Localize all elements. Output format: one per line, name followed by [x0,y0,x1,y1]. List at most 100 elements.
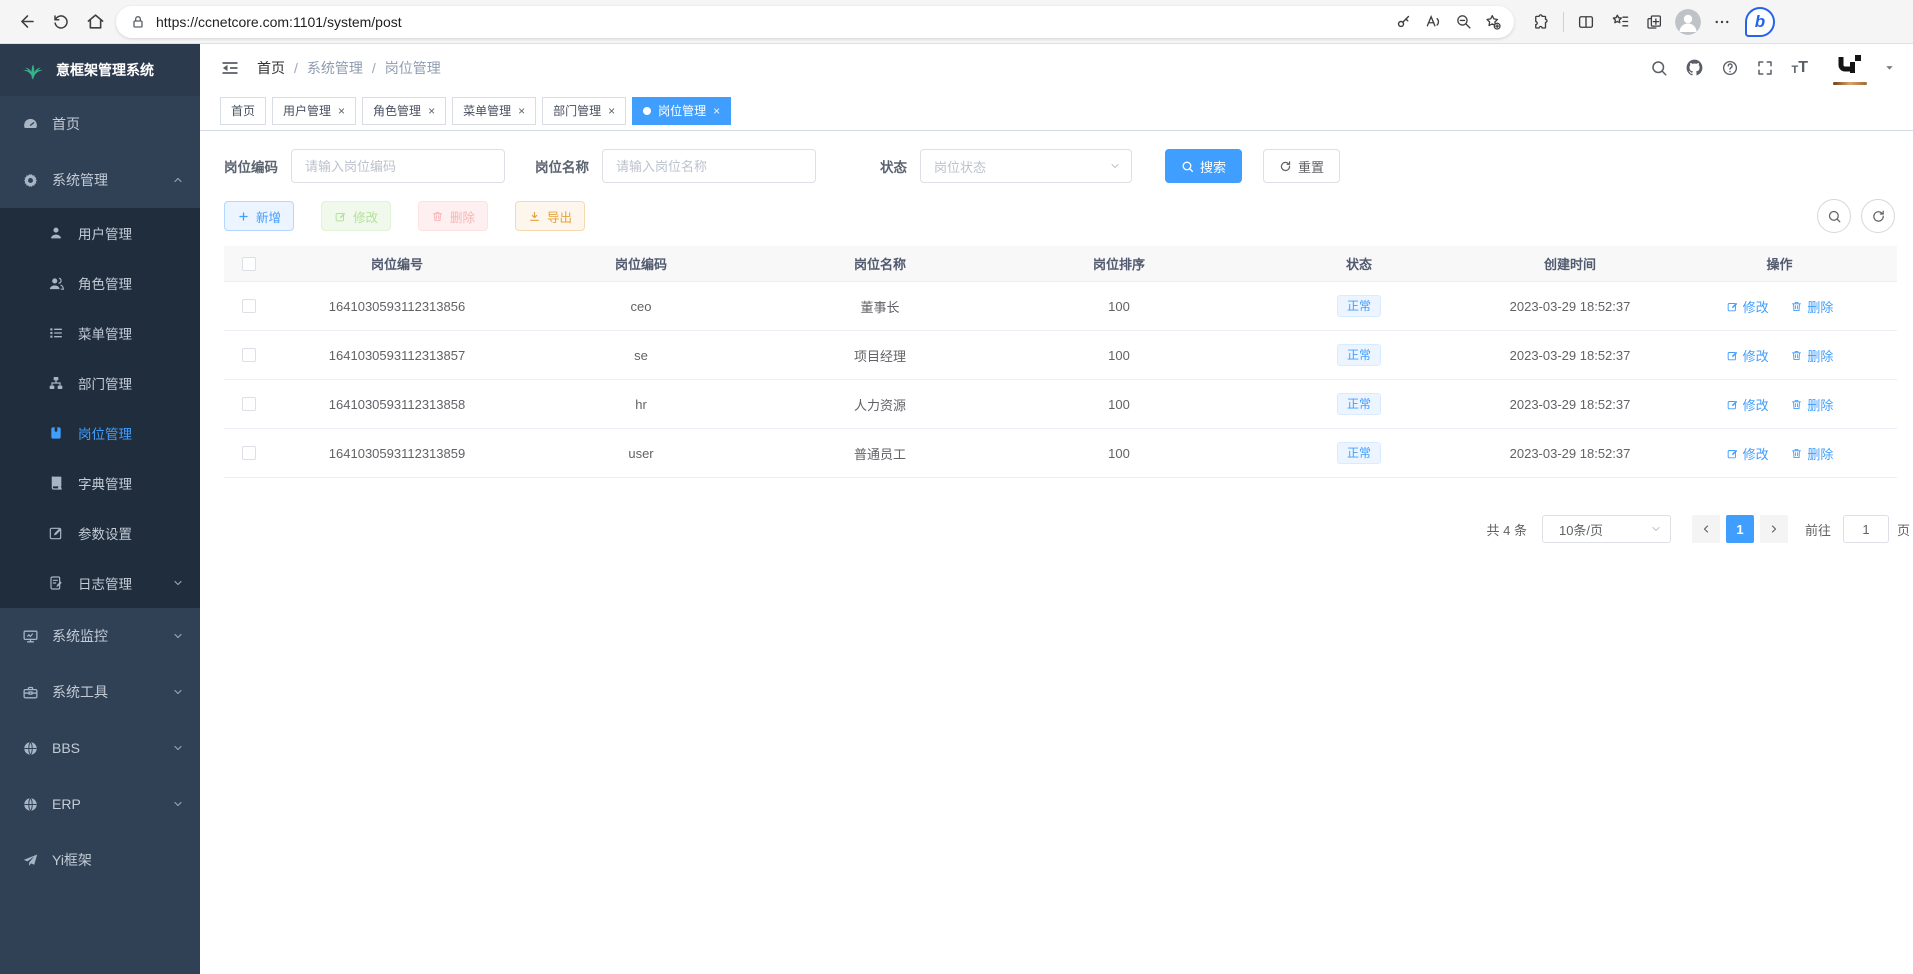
sidebar-item-menu-mgmt[interactable]: 菜单管理 [0,308,200,358]
row-edit-label: 修改 [1743,395,1769,414]
github-icon[interactable] [1685,58,1704,77]
breadcrumb-separator: / [294,60,298,76]
sidebar-item-role-mgmt[interactable]: 角色管理 [0,258,200,308]
sidebar-collapse-icon[interactable] [220,58,240,78]
password-key-icon[interactable] [1388,7,1418,37]
post-name-input[interactable] [602,149,816,183]
leaf-logo-icon [20,58,46,82]
tab-menu-mgmt[interactable]: 菜单管理 × [452,97,536,125]
browser-settings-menu-icon[interactable] [1705,5,1739,39]
breadcrumb-home[interactable]: 首页 [257,58,285,78]
sidebar-item-home[interactable]: 首页 [0,96,200,152]
favorites-bar-icon[interactable] [1603,5,1637,39]
help-icon[interactable] [1721,59,1739,77]
read-aloud-icon[interactable] [1418,7,1448,37]
add-button[interactable]: 新增 [224,201,294,231]
tab-close-icon[interactable]: × [608,104,615,118]
next-page-button[interactable] [1760,515,1788,543]
tab-home[interactable]: 首页 [220,97,266,125]
cell-post-sort: 100 [998,348,1240,363]
sidebar-item-dept-mgmt[interactable]: 部门管理 [0,358,200,408]
extensions-icon[interactable] [1524,5,1558,39]
table-row: 1641030593112313859 user 普通员工 100 正常 202… [224,429,1897,478]
chevron-up-icon [172,174,184,186]
sidebar-item-system-mgmt[interactable]: 系统管理 [0,152,200,208]
select-all-checkbox[interactable] [242,257,256,271]
tab-dept-mgmt[interactable]: 部门管理 × [542,97,626,125]
system-submenu: 用户管理 角色管理 菜单管理 部门管理 [0,208,200,608]
add-button-label: 新增 [256,207,281,226]
page-size-value: 10条/页 [1559,520,1603,539]
row-delete-link[interactable]: 删除 [1790,444,1833,463]
search-button-label: 搜索 [1200,157,1226,176]
tab-close-icon[interactable]: × [338,104,345,118]
split-screen-icon[interactable] [1569,5,1603,39]
sidebar-item-erp[interactable]: ERP [0,776,200,832]
row-edit-link[interactable]: 修改 [1726,297,1769,316]
app-shell: 意框架管理系统 首页 系统管理 用户管理 [0,44,1913,974]
sidebar-item-log-mgmt[interactable]: 日志管理 [0,558,200,608]
tab-label: 岗位管理 [658,102,706,119]
zoom-out-icon[interactable] [1448,7,1478,37]
table-row: 1641030593112313858 hr 人力资源 100 正常 2023-… [224,380,1897,429]
cell-post-sort: 100 [998,446,1240,461]
sidebar-item-post-mgmt[interactable]: 岗位管理 [0,408,200,458]
post-code-input[interactable] [291,149,505,183]
avatar-dropdown-caret-icon[interactable] [1884,62,1895,73]
prev-page-button[interactable] [1692,515,1720,543]
status-select[interactable]: 岗位状态 [920,149,1132,183]
column-header-post-code: 岗位编码 [520,254,762,273]
delete-button[interactable]: 删除 [418,201,488,231]
search-button[interactable]: 搜索 [1165,149,1242,183]
sidebar-item-dict-mgmt[interactable]: 字典管理 [0,458,200,508]
sidebar-item-bbs[interactable]: BBS [0,720,200,776]
row-checkbox[interactable] [242,446,256,460]
sidebar-item-yi-framework[interactable]: Yi框架 [0,832,200,888]
row-checkbox[interactable] [242,299,256,313]
post-name-label: 岗位名称 [535,156,589,176]
row-edit-link[interactable]: 修改 [1726,395,1769,414]
sidebar-item-system-tools[interactable]: 系统工具 [0,664,200,720]
font-size-icon[interactable]: TT [1791,60,1808,76]
column-header-post-id: 岗位编号 [274,254,520,273]
browser-profile-avatar[interactable] [1671,5,1705,39]
show-search-toggle-button[interactable] [1817,199,1851,233]
tab-user-mgmt[interactable]: 用户管理 × [272,97,356,125]
url-text[interactable]: https://ccnetcore.com:1101/system/post [156,14,1388,30]
copilot-bing-icon[interactable]: b [1745,7,1775,37]
tab-role-mgmt[interactable]: 角色管理 × [362,97,446,125]
row-edit-link[interactable]: 修改 [1726,346,1769,365]
fullscreen-icon[interactable] [1756,59,1774,77]
header-search-icon[interactable] [1650,59,1668,77]
row-edit-link[interactable]: 修改 [1726,444,1769,463]
row-checkbox[interactable] [242,348,256,362]
page-size-select[interactable]: 10条/页 [1542,515,1671,543]
row-delete-link[interactable]: 删除 [1790,346,1833,365]
reset-button[interactable]: 重置 [1263,149,1340,183]
browser-refresh-icon[interactable] [44,5,78,39]
sidebar-item-param-settings[interactable]: 参数设置 [0,508,200,558]
tab-post-mgmt[interactable]: 岗位管理 × [632,97,731,125]
address-bar[interactable]: https://ccnetcore.com:1101/system/post [116,6,1514,38]
row-delete-link[interactable]: 删除 [1790,395,1833,414]
browser-toolbar: https://ccnetcore.com:1101/system/post b [0,0,1913,44]
refresh-table-button[interactable] [1861,199,1895,233]
row-delete-link[interactable]: 删除 [1790,297,1833,316]
cell-post-code: se [520,348,762,363]
tab-close-icon[interactable]: × [428,104,435,118]
edit-button[interactable]: 修改 [321,201,391,231]
collections-icon[interactable] [1637,5,1671,39]
tab-close-icon[interactable]: × [518,104,525,118]
row-checkbox[interactable] [242,397,256,411]
browser-back-icon[interactable] [10,5,44,39]
cell-post-name: 董事长 [762,297,998,316]
page-number-button[interactable]: 1 [1726,515,1754,543]
sidebar-item-user-mgmt[interactable]: 用户管理 [0,208,200,258]
browser-home-icon[interactable] [78,5,112,39]
tab-close-icon[interactable]: × [713,104,720,118]
sidebar-item-system-monitor[interactable]: 系统监控 [0,608,200,664]
export-button[interactable]: 导出 [515,201,585,231]
goto-page-input[interactable] [1843,515,1889,543]
favorite-star-icon[interactable] [1478,7,1508,37]
user-avatar[interactable] [1833,51,1867,85]
